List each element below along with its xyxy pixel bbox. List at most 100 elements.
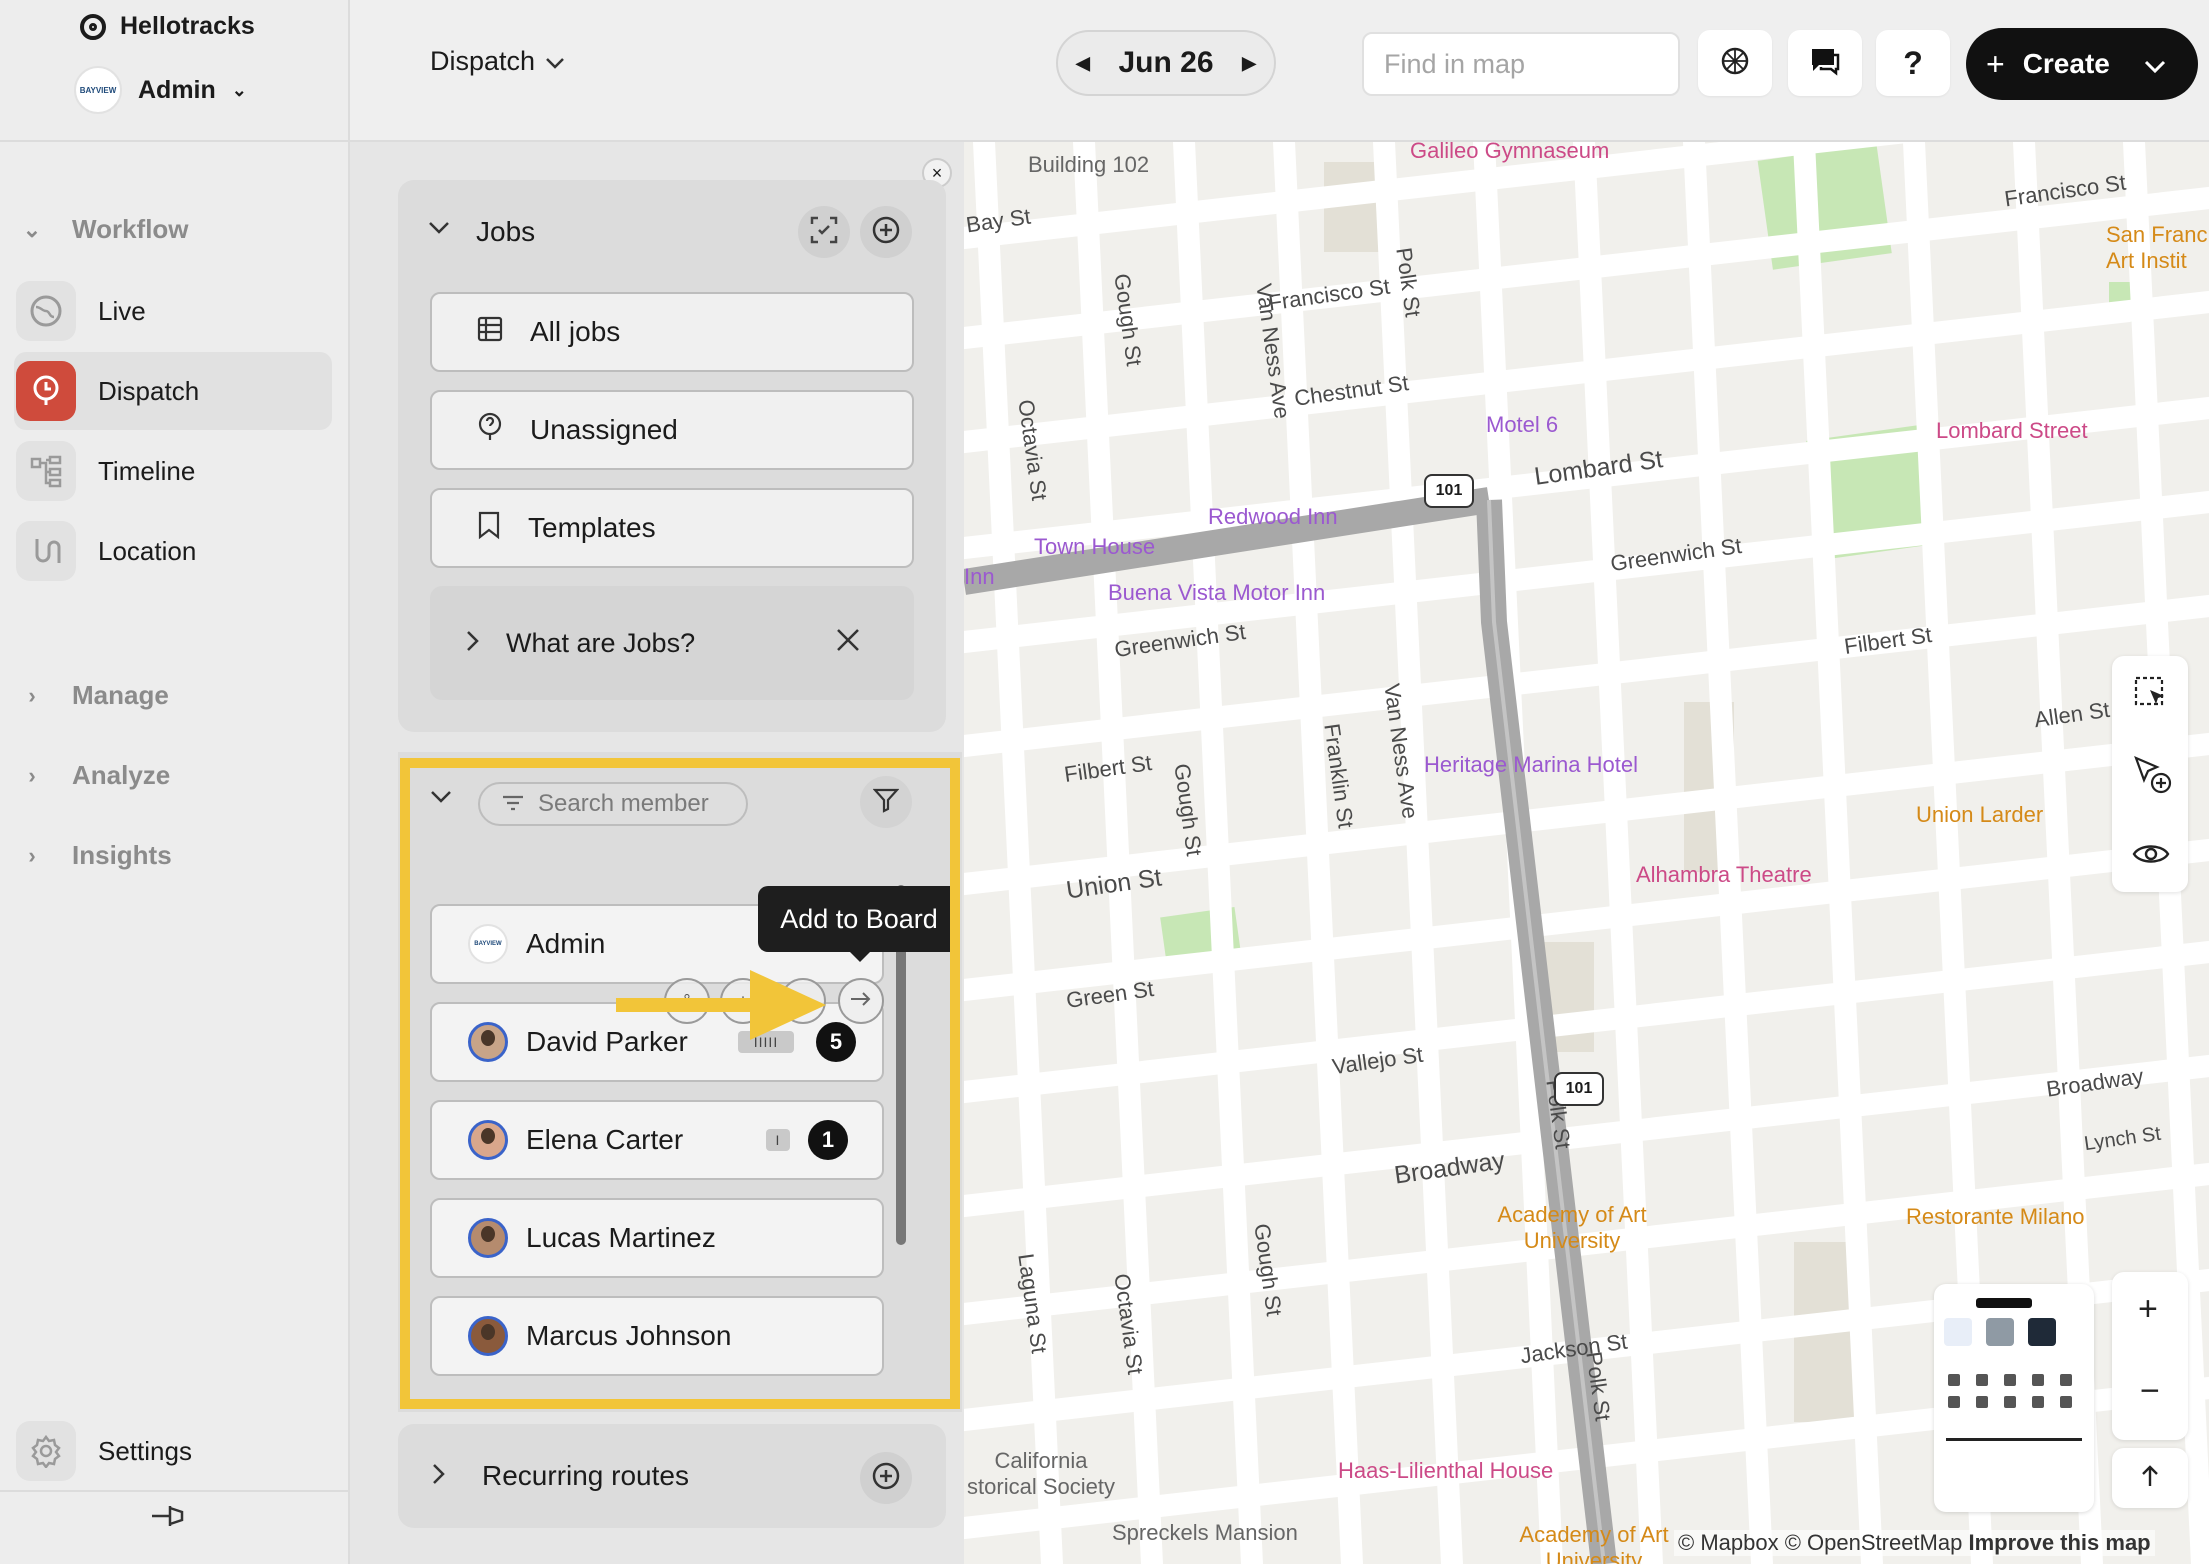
section-insights[interactable]: › Insights [18,840,172,871]
section-label: Manage [72,680,169,710]
poi-label[interactable]: Academy of Art University [1504,1522,1684,1564]
map-attribution: © Mapbox © OpenStreetMap Improve this ma… [1674,1530,2155,1556]
highway-shield: 101 [1424,474,1474,508]
map-search[interactable] [1362,32,1765,96]
improve-map-link[interactable]: Improve this map [1968,1530,2150,1555]
poi-label[interactable]: Buena Vista Motor Inn [1108,580,1325,606]
breadcrumb[interactable]: Dispatch [430,46,565,77]
sidebar-item-label: Live [98,295,146,326]
sidebar-item-location[interactable]: Location [14,512,332,590]
icon-size-slider[interactable] [1946,1438,2082,1441]
plus-circle-icon [871,1461,901,1496]
layer-icon[interactable] [1948,1374,1960,1386]
create-label: Create [2022,48,2110,79]
add-recurring-route-button[interactable] [860,1452,912,1504]
poi-label[interactable]: Union Larder [1916,802,2043,828]
unassigned-button[interactable]: Unassigned [430,390,914,470]
dispatch-icon [16,361,76,421]
all-jobs-label: All jobs [530,316,621,347]
divider [0,1490,348,1492]
attribution-text[interactable]: © Mapbox © OpenStreetMap [1678,1530,1962,1555]
help-button[interactable]: ? [1876,30,1950,96]
previous-day-icon[interactable]: ◀ [1076,53,1090,74]
highway-number: 101 [1435,482,1463,499]
section-manage[interactable]: › Manage [18,680,169,711]
section-analyze[interactable]: › Analyze [18,760,170,791]
layer-icon[interactable] [1948,1396,1960,1408]
poi-label[interactable]: Motel 6 [1486,412,1558,438]
help-icon: ? [1903,44,1923,81]
poi-label[interactable]: San Franc Art Instit [2106,222,2209,274]
sidebar-item-live[interactable]: Live [14,272,332,350]
hellotracks-logo-icon [80,13,106,40]
poi-label[interactable]: Town House [1034,534,1155,560]
layer-icon[interactable] [2060,1374,2072,1386]
poi-label[interactable]: Haas-Lilienthal House [1338,1458,1553,1484]
chevron-right-icon [432,1460,446,1492]
add-job-button[interactable] [860,206,912,258]
layer-icon[interactable] [2032,1396,2044,1408]
templates-button[interactable]: Templates [430,488,914,568]
poi-label[interactable]: Restorante Milano [1906,1204,2085,1230]
layer-icon[interactable] [2004,1374,2016,1386]
compass-button[interactable] [2112,1448,2188,1508]
layer-icon[interactable] [2060,1396,2072,1408]
chevron-down-icon[interactable] [428,214,450,242]
poi-label[interactable]: Galileo Gymnaseum [1410,142,1609,164]
select-area-icon[interactable] [2134,676,2168,715]
chevron-right-icon: › [28,842,36,868]
sidebar-item-dispatch[interactable]: Dispatch [14,352,332,430]
sidebar-item-label: Timeline [98,455,196,486]
map-search-input[interactable] [1382,47,1740,81]
next-day-icon[interactable]: ▶ [1242,53,1256,74]
scan-icon [810,216,838,249]
highway-shield: 101 [1554,1072,1604,1106]
breadcrumb-label: Dispatch [430,46,536,76]
scan-jobs-button[interactable] [798,206,850,258]
org-switcher[interactable]: BAYVIEW Admin ⌄ [74,66,247,114]
date-picker[interactable]: ◀ Jun 26 ▶ [1056,30,1276,96]
plus-circle-icon [871,215,901,250]
gear-icon [16,1421,76,1481]
section-label: Insights [72,840,172,870]
tutorial-highlight-frame [400,758,960,1409]
poi-label[interactable]: Heritage Marina Hotel [1424,752,1638,778]
visibility-eye-icon[interactable] [2132,842,2170,871]
poi-label[interactable]: California storical Society [966,1448,1116,1500]
map-style-thumb[interactable] [1944,1318,1972,1346]
ai-assistant-button[interactable] [1698,30,1772,96]
poi-label[interactable]: Lombard Street [1936,418,2088,444]
create-dropdown-icon[interactable] [2144,48,2166,80]
templates-label: Templates [528,512,656,543]
location-route-icon [16,521,76,581]
dismiss-help-icon[interactable] [834,626,862,659]
create-button[interactable]: + Create [1966,28,2198,100]
layer-icon[interactable] [2032,1374,2044,1386]
map-style-toggle[interactable] [1976,1298,2032,1308]
chevron-right-icon: › [28,682,36,708]
map-style-thumb[interactable] [2028,1318,2056,1346]
poi-label[interactable]: Inn [964,564,995,590]
app-brand[interactable]: Hellotracks [80,12,255,41]
poi-label[interactable]: Alhambra Theatre [1636,862,1812,888]
poi-label[interactable]: Redwood Inn [1208,504,1338,530]
layer-icon[interactable] [1976,1396,1988,1408]
add-waypoint-icon[interactable] [2134,755,2172,799]
poi-label[interactable]: Academy of Art University [1482,1202,1662,1254]
poi-label[interactable]: Building 102 [1028,152,1149,178]
map-style-thumb[interactable] [1986,1318,2014,1346]
layer-icon[interactable] [2004,1396,2016,1408]
map-style-panel[interactable] [1934,1284,2094,1512]
zoom-in-icon[interactable]: + [2138,1290,2158,1329]
layer-icon[interactable] [1976,1374,1988,1386]
messages-button[interactable] [1788,30,1862,96]
zoom-out-icon[interactable]: − [2140,1372,2160,1411]
all-jobs-button[interactable]: All jobs [430,292,914,372]
sidebar-item-timeline[interactable]: Timeline [14,432,332,510]
current-date[interactable]: Jun 26 [1118,46,1213,80]
pin-sidebar-icon[interactable] [150,1502,186,1538]
section-workflow[interactable]: ⌄ Workflow [18,214,189,245]
table-icon [476,315,504,350]
sidebar-item-settings[interactable]: Settings [14,1412,332,1490]
poi-label[interactable]: Spreckels Mansion [1112,1520,1298,1546]
